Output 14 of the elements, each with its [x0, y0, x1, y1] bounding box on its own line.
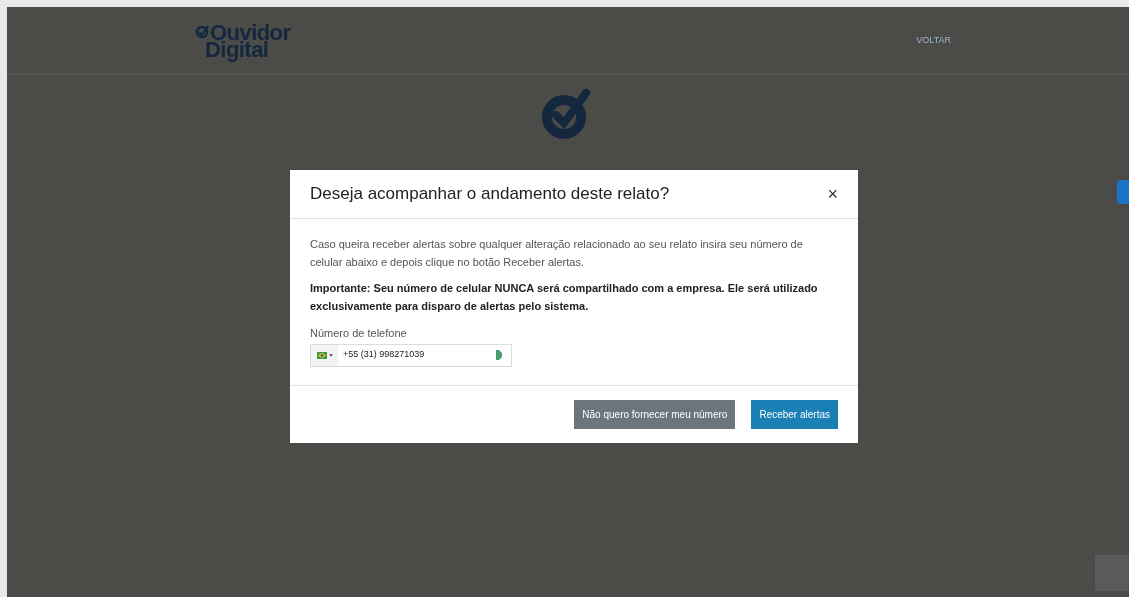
country-flag-dropdown[interactable] — [311, 344, 338, 366]
description-text: Caso queira receber alertas sobre qualquer alteração relacionado ao seu relato insira seu número de celular abaixo e depois clique no botão Receber alertas. — [310, 237, 804, 270]
caret-icon — [328, 353, 333, 357]
phone-label: Número de telefone — [310, 326, 408, 341]
flag-icon — [316, 351, 327, 359]
back-link[interactable]: VOLTAR — [916, 33, 951, 48]
notice-text: Importante: Seu número de celular NUNCA será compartilhado com a empresa. Ele será utilizado exclusivamente para disparo de alertas pelo sistema. — [310, 281, 819, 314]
phone-value: +55 (31) 998271039 — [343, 348, 426, 362]
decline-button[interactable]: Não quero fornecer meu número — [574, 399, 736, 429]
close-button[interactable]: × — [827, 185, 838, 203]
phone-field[interactable]: +55 (31) 998271039 — [310, 343, 512, 367]
receive-alerts-button[interactable]: Receber alertas — [751, 399, 838, 429]
check-icon — [195, 25, 209, 39]
modal-title: Deseja acompanhar o andamento deste relato? — [310, 183, 670, 206]
